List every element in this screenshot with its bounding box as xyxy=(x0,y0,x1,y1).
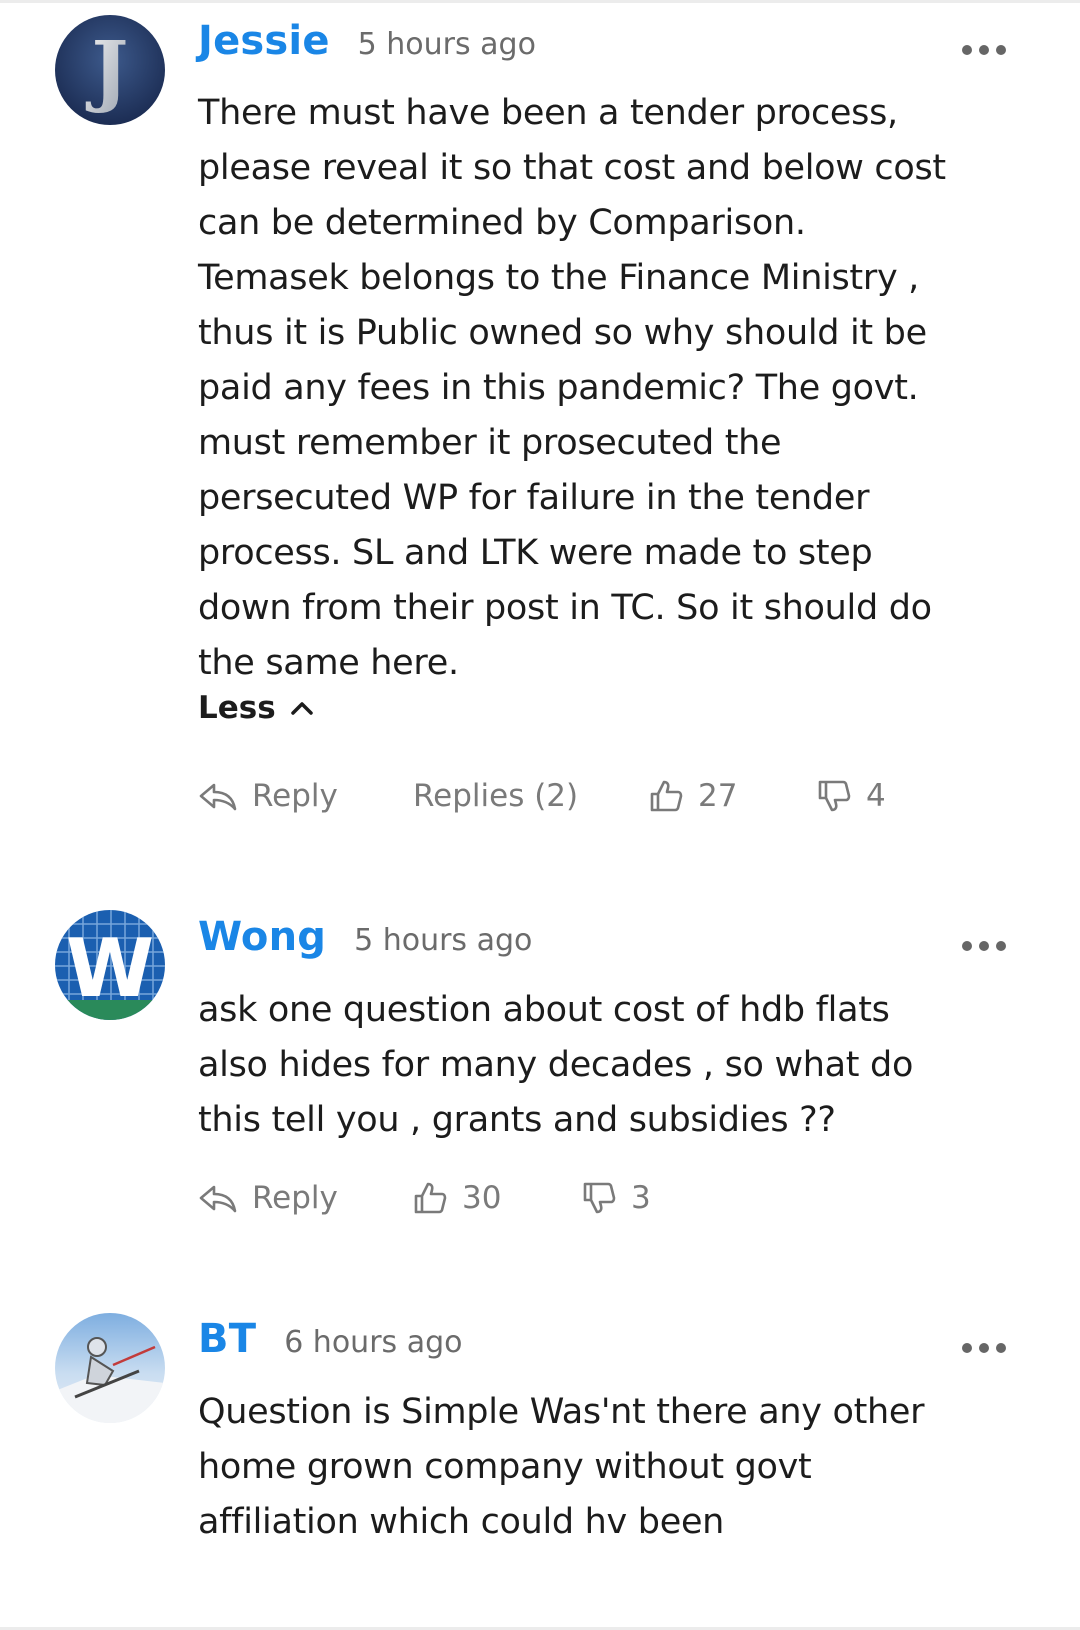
comment-line: down from their post in TC. So it should… xyxy=(198,588,932,628)
reply-label: Reply xyxy=(252,1180,338,1216)
comment-line: please reveal it so that cost and below … xyxy=(198,148,946,188)
comment-line: paid any fees in this pandemic? The govt… xyxy=(198,368,919,408)
chevron-up-icon xyxy=(290,702,313,715)
reply-button[interactable]: Reply xyxy=(198,774,338,818)
show-less-label: Less xyxy=(198,690,276,726)
reply-arrow-icon xyxy=(199,1185,237,1213)
comment-line: persecuted WP for failure in the tender xyxy=(198,478,870,518)
comment-line: this tell you , grants and subsidies ?? xyxy=(198,1100,836,1140)
comment-line: Temasek belongs to the Finance Ministry … xyxy=(198,258,920,298)
like-count: 30 xyxy=(462,1180,502,1216)
comment-timestamp: 6 hours ago xyxy=(284,1325,463,1360)
more-options-icon[interactable] xyxy=(962,44,1006,56)
reply-label: Reply xyxy=(252,778,338,814)
show-less-button[interactable]: Less xyxy=(198,690,314,726)
comment-timestamp: 5 hours ago xyxy=(354,923,533,958)
comment-line: There must have been a tender process, xyxy=(198,93,898,133)
replies-button[interactable]: Replies (2) xyxy=(413,774,578,818)
comment-line: the same here. xyxy=(198,643,459,683)
reply-button[interactable]: Reply xyxy=(198,1176,338,1220)
comment-author[interactable]: Wong xyxy=(198,914,326,960)
comment-line: affiliation which could hv been xyxy=(198,1502,725,1542)
comment-line: Question is Simple Was'nt there any othe… xyxy=(198,1392,925,1432)
like-button[interactable]: 30 xyxy=(412,1176,501,1220)
comment-line: also hides for many decades , so what do xyxy=(198,1045,914,1085)
avatar-jessie-letter: J xyxy=(86,25,129,116)
comment-line: process. SL and LTK were made to step xyxy=(198,533,873,573)
comment-line: ask one question about cost of hdb flats xyxy=(198,990,890,1030)
avatar-wong-letter: W xyxy=(66,922,154,1015)
avatar-bt[interactable] xyxy=(55,1313,165,1423)
like-count: 27 xyxy=(698,778,738,814)
comment-author[interactable]: Jessie xyxy=(198,18,330,64)
comment-line: home grown company without govt xyxy=(198,1447,812,1487)
comment-body: ask one question about cost of hdb flats… xyxy=(198,983,988,1148)
comment-body: There must have been a tender process, p… xyxy=(198,86,988,691)
comment-line: thus it is Public owned so why should it… xyxy=(198,313,927,353)
dislike-count: 4 xyxy=(866,778,886,814)
more-options-icon[interactable] xyxy=(962,940,1006,952)
top-divider xyxy=(0,0,1080,3)
dislike-count: 3 xyxy=(631,1180,651,1216)
reply-arrow-icon xyxy=(199,783,237,811)
thumbs-down-icon xyxy=(818,780,851,812)
replies-label: Replies (2) xyxy=(413,778,579,814)
thumbs-up-icon xyxy=(650,780,683,812)
comment-timestamp: 5 hours ago xyxy=(357,27,536,62)
comment-line: must remember it prosecuted the xyxy=(198,423,782,463)
thumbs-down-icon xyxy=(583,1182,616,1214)
comment-body: Question is Simple Was'nt there any othe… xyxy=(198,1385,988,1550)
comment-author[interactable]: BT xyxy=(198,1316,256,1362)
dislike-button[interactable]: 4 xyxy=(816,774,886,818)
comment-line: can be determined by Comparison. xyxy=(198,203,806,243)
thumbs-up-icon xyxy=(414,1182,447,1214)
like-button[interactable]: 27 xyxy=(648,774,737,818)
avatar-wong[interactable]: W xyxy=(55,910,165,1020)
dislike-button[interactable]: 3 xyxy=(581,1176,651,1220)
more-options-icon[interactable] xyxy=(962,1342,1006,1354)
avatar-jessie[interactable]: J xyxy=(55,15,165,125)
